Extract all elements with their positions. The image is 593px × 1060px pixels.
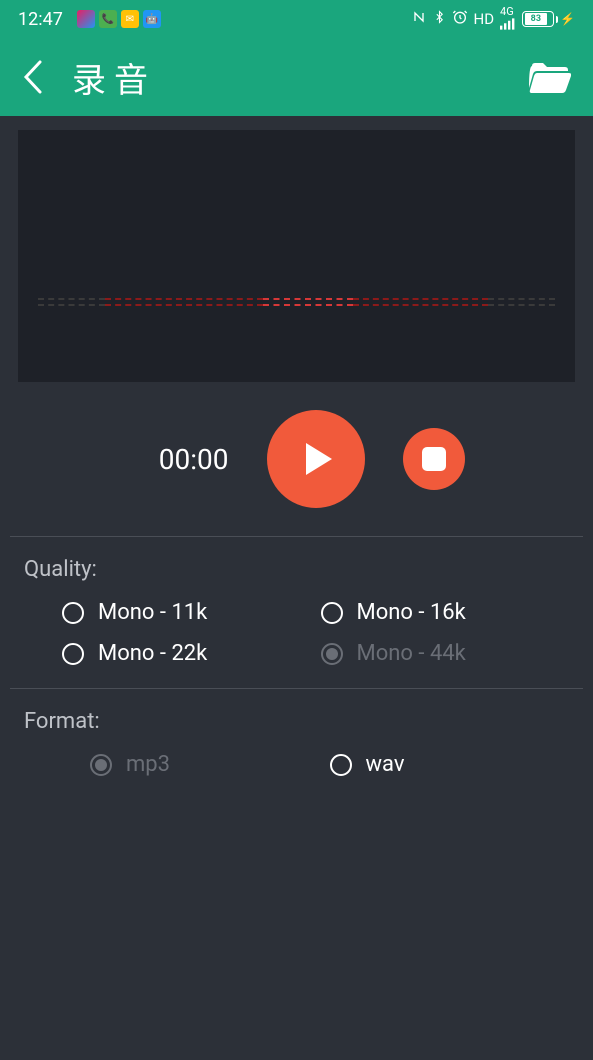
- status-right: HD 4G 83 ⚡: [411, 5, 576, 33]
- radio-icon: [330, 754, 352, 776]
- status-bar: 12:47 📞 ✉ 🤖 HD 4G 83 ⚡: [0, 0, 593, 38]
- radio-label: Mono - 16k: [357, 600, 466, 625]
- folder-button[interactable]: [529, 60, 571, 94]
- quality-option-22k[interactable]: Mono - 22k: [62, 641, 311, 666]
- quality-option-11k[interactable]: Mono - 11k: [62, 600, 311, 625]
- battery-indicator: 83 ⚡: [522, 11, 575, 27]
- network-indicator: 4G: [500, 5, 516, 33]
- page-title: 录音: [72, 53, 156, 102]
- play-icon: [306, 443, 332, 475]
- play-record-button[interactable]: [267, 410, 365, 508]
- recorder-controls: 00:00: [10, 410, 583, 536]
- hd-indicator: HD: [474, 10, 495, 28]
- stop-icon: [422, 447, 446, 471]
- timer-display: 00:00: [129, 443, 229, 476]
- status-app-icons: 📞 ✉ 🤖: [77, 10, 161, 28]
- radio-icon: [90, 754, 112, 776]
- stop-button[interactable]: [403, 428, 465, 490]
- status-time: 12:47: [18, 9, 63, 30]
- radio-label: Mono - 11k: [98, 600, 207, 625]
- radio-icon: [321, 602, 343, 624]
- alarm-icon: [452, 9, 468, 29]
- format-option-mp3: mp3: [90, 752, 330, 777]
- quality-section: Quality: Mono - 11k Mono - 16k Mono - 22…: [10, 537, 583, 688]
- format-option-wav[interactable]: wav: [330, 752, 570, 777]
- bluetooth-icon: [433, 9, 446, 29]
- quality-label: Quality:: [24, 557, 569, 582]
- status-left: 12:47 📞 ✉ 🤖: [18, 9, 161, 30]
- radio-icon: [62, 643, 84, 665]
- radio-label: Mono - 44k: [357, 641, 466, 666]
- format-section: Format: mp3 wav: [10, 689, 583, 799]
- quality-option-16k[interactable]: Mono - 16k: [321, 600, 570, 625]
- content: 00:00 Quality: Mono - 11k Mono - 16k Mon…: [10, 116, 583, 1060]
- waveform-display: [18, 130, 575, 382]
- app-bar: 录音: [0, 38, 593, 116]
- radio-icon: [62, 602, 84, 624]
- back-button[interactable]: [22, 58, 46, 96]
- quality-option-44k: Mono - 44k: [321, 641, 570, 666]
- radio-label: Mono - 22k: [98, 641, 207, 666]
- radio-label: wav: [366, 752, 405, 777]
- nfc-icon: [411, 9, 427, 29]
- radio-icon: [321, 643, 343, 665]
- radio-label: mp3: [126, 752, 170, 777]
- format-label: Format:: [24, 709, 569, 734]
